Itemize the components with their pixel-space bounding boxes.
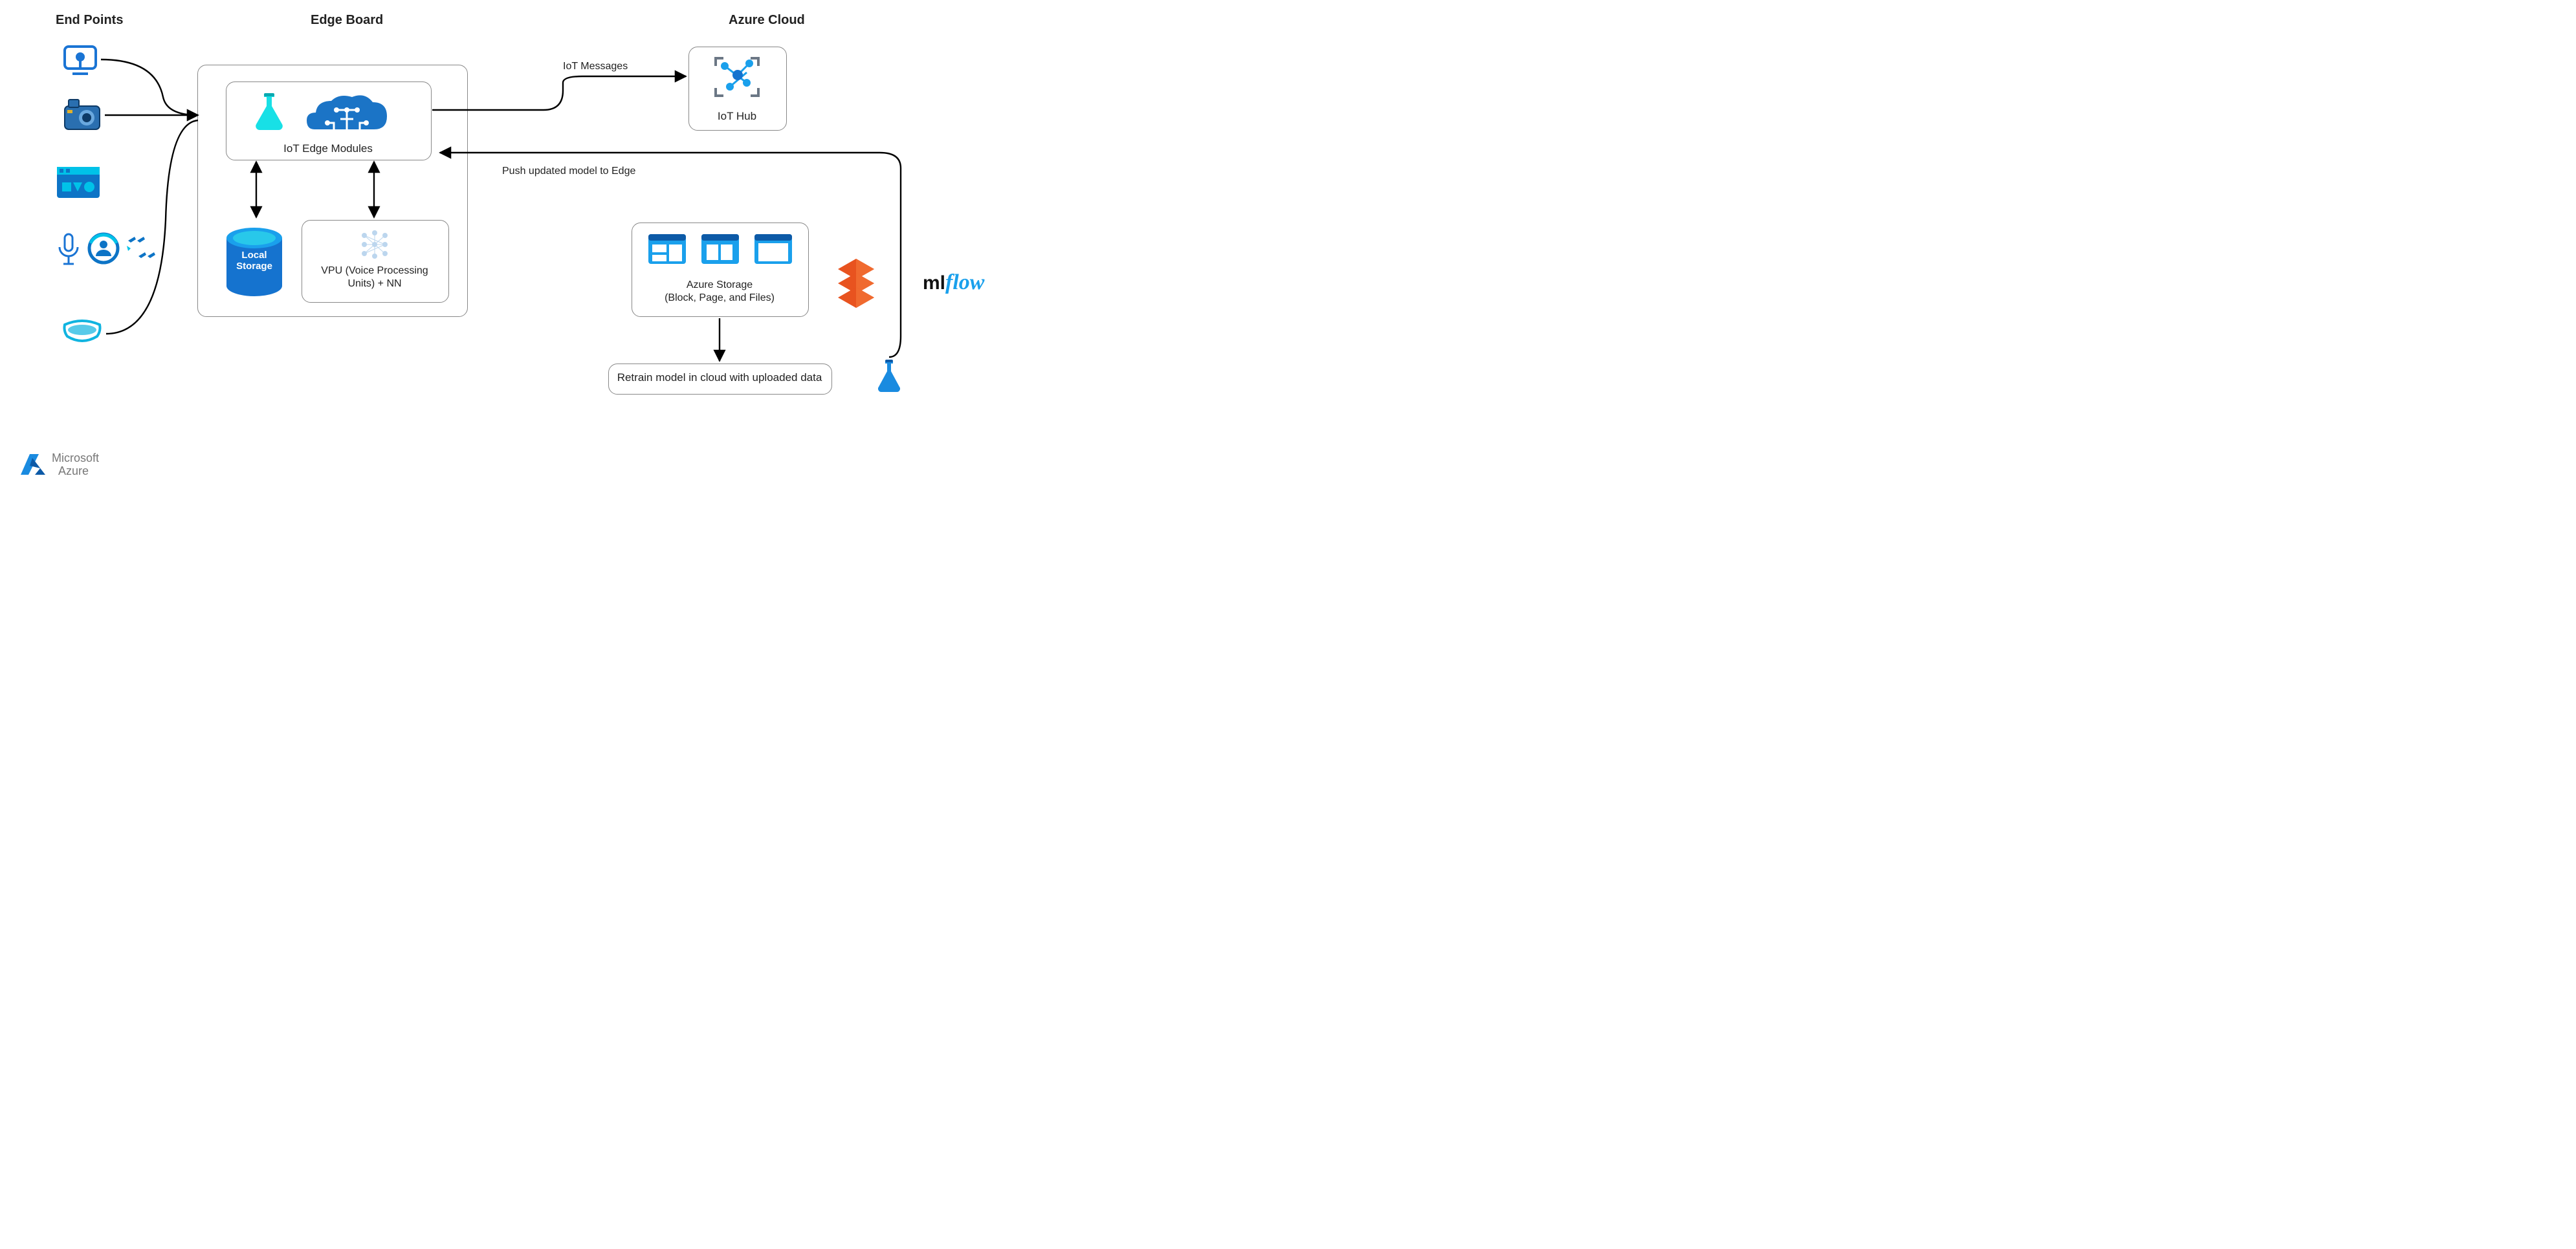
azure-mark-icon (21, 451, 47, 477)
diagram-canvas: End Points Edge Board Azure Cloud IoT Ed… (0, 0, 1009, 489)
storage-block-icon (647, 233, 687, 268)
azure-storage-label-1: Azure Storage (632, 279, 808, 291)
storage-files-icon (753, 233, 793, 268)
endpoint-camera-icon (62, 97, 102, 135)
microsoft-azure-logo: Microsoft Azure (21, 451, 99, 477)
endpoint-hololens-icon (61, 317, 104, 353)
logo-microsoft: Microsoft (52, 451, 99, 464)
flask-icon (250, 91, 289, 135)
vpu-label-1: VPU (Voice Processing (302, 265, 448, 277)
vpu-label-2: Units) + NN (302, 278, 448, 290)
local-storage-label: Local Storage (219, 250, 290, 272)
endpoint-quotes-icon (126, 234, 157, 266)
logo-azure: Azure (52, 464, 99, 477)
storage-page-icon (700, 233, 740, 268)
iot-edge-modules-label: IoT Edge Modules (226, 142, 430, 155)
retrain-label: Retrain model in cloud with uploaded dat… (608, 371, 831, 384)
endpoint-touch-icon (62, 43, 98, 80)
label-iot-messages: IoT Messages (563, 61, 654, 72)
iot-hub-label: IoT Hub (688, 110, 786, 123)
endpoint-mic-icon (56, 232, 82, 271)
mlflow-logo: mlflow (923, 270, 984, 295)
endpoint-profile-icon (87, 232, 120, 268)
edge-device-icon (302, 91, 392, 139)
endpoint-shapes-icon (56, 166, 101, 202)
header-azure-cloud: Azure Cloud (729, 13, 805, 28)
header-edge-board: Edge Board (311, 13, 383, 28)
iot-hub-icon (712, 54, 762, 103)
mlflow-ml: ml (923, 272, 945, 294)
azure-storage-label-2: (Block, Page, and Files) (632, 292, 808, 304)
neural-network-icon (359, 229, 390, 263)
header-endpoints: End Points (56, 13, 123, 28)
azure-ml-flask-icon (874, 358, 905, 398)
label-push-model: Push updated model to Edge (502, 166, 670, 177)
databricks-icon (828, 257, 884, 316)
mlflow-flow: flow (945, 270, 984, 294)
